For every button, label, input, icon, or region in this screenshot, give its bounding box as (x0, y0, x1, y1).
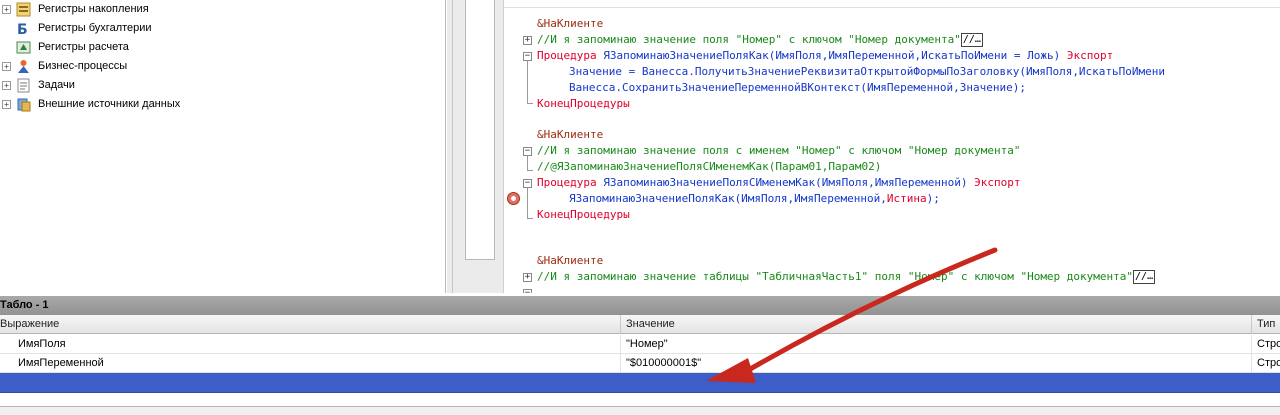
table-row-selected[interactable] (0, 373, 1280, 393)
expand-toggle-icon[interactable]: + (2, 5, 11, 14)
grid-header: Выражение Значение Тип (0, 315, 1280, 334)
fold-collapse-icon[interactable]: − (523, 179, 532, 188)
property-panel (465, 0, 495, 260)
code-line-procedure: Процедура ЯЗапоминаюЗначениеПоляКак(ИмяП… (537, 48, 1113, 64)
breakpoint-icon[interactable] (507, 192, 520, 205)
tree-item-label: Внешние источники данных (38, 98, 181, 110)
keyword-procedure: Процедура (537, 176, 597, 189)
cell-value[interactable]: "$010000001$" (622, 354, 1252, 373)
keyword-export: Экспорт (1066, 49, 1114, 62)
accumulation-register-icon (16, 2, 31, 17)
tree-item-accounting-registers[interactable]: Б Регистры бухгалтерии (0, 19, 440, 38)
code-text: ); (926, 192, 940, 205)
cell-type[interactable]: Стро (1253, 335, 1280, 354)
grid-bottom-edge (0, 406, 1280, 415)
code-line-end-procedure: КонецПроцедуры (537, 208, 630, 221)
code-text: Ванесса.СохранитьЗначениеПеременнойВКонт… (569, 81, 960, 94)
fold-guide-line (527, 156, 528, 170)
code-line-procedure: Процедура ЯЗапоминаюЗначениеПоляСИменемК… (537, 175, 1020, 191)
fold-guide-end (527, 218, 533, 219)
code-text: ); (1012, 81, 1026, 94)
cell-expression[interactable] (0, 373, 621, 392)
code-line-comment: //@ЯЗапоминаюЗначениеПоляСИменемКак(Пара… (537, 160, 882, 173)
code-line-end-procedure: КонецПроцедуры (537, 97, 630, 110)
cell-type[interactable]: Стро (1253, 354, 1280, 373)
code-text: Значение (959, 81, 1013, 94)
code-editor[interactable]: &НаКлиенте + //И я запоминаю значение по… (503, 0, 1280, 293)
tree-item-external-data-sources[interactable]: + Внешние источники данных (0, 95, 440, 114)
tasks-icon (17, 78, 30, 93)
tree-item-tasks[interactable]: + Задачи (0, 76, 440, 95)
procedure-signature: ЯЗапоминаюЗначениеПоляКак(ИмяПоля,ИмяПер… (603, 49, 1061, 62)
code-line-directive: &НаКлиенте (537, 254, 604, 267)
tablo-title: Табло - 1 (0, 296, 1280, 315)
business-process-icon (18, 60, 29, 73)
collapsed-region-ellipsis[interactable]: //… (1133, 270, 1156, 284)
fold-collapse-icon[interactable]: − (523, 147, 532, 156)
cell-expression[interactable]: ИмяПеременной (0, 354, 621, 373)
keyword-export: Экспорт (974, 176, 1021, 189)
expand-toggle-icon[interactable]: + (2, 100, 11, 109)
cell-value[interactable] (622, 373, 1252, 392)
column-header-expression[interactable]: Выражение (0, 315, 621, 334)
tablo-panel: Табло - 1 Выражение Значение Тип ИмяПоля… (0, 296, 1280, 415)
tree-item-label: Регистры бухгалтерии (38, 22, 152, 34)
comment-text: //И я запоминаю значение поля "Номер" с … (537, 33, 961, 46)
procedure-signature: ЯЗапоминаюЗначениеПоляСИменемКак(ИмяПоля… (603, 176, 968, 189)
code-line-comment: //И я запоминаю значение поля с именем "… (537, 144, 1021, 157)
cell-value[interactable]: "Номер" (622, 335, 1252, 354)
tree-item-label: Регистры накопления (38, 3, 149, 15)
fold-guide-line (527, 188, 528, 218)
code-line-directive: &НаКлиенте (537, 128, 604, 141)
code-line-comment: //И я запоминаю значение таблицы "Таблич… (537, 269, 1156, 285)
tree-item-label: Бизнес-процессы (38, 60, 128, 72)
keyword-procedure: Процедура (537, 49, 597, 62)
code-line-body: Значение = Ванесса.ПолучитьЗначениеРекви… (569, 65, 1166, 78)
fold-guide-end (527, 170, 533, 171)
cell-type[interactable] (1253, 373, 1280, 392)
tree-item-accumulation-registers[interactable]: + Регистры накопления (0, 0, 440, 19)
column-header-value[interactable]: Значение (622, 315, 1252, 334)
code-text: Истина (886, 192, 927, 205)
fold-guide-end (527, 103, 533, 104)
fold-expand-icon[interactable]: + (523, 273, 532, 282)
accounting-register-icon: Б (17, 22, 28, 36)
code-line-comment: //И я запоминаю значение поля "Номер" с … (537, 32, 983, 48)
collapsed-region-ellipsis[interactable]: //… (960, 33, 983, 47)
expand-toggle-icon[interactable]: + (2, 81, 11, 90)
tree-item-business-processes[interactable]: + Бизнес-процессы (0, 57, 440, 76)
code-line-body: ЯЗапоминаюЗначениеПоляКак(ИмяПоля,ИмяПер… (569, 191, 940, 207)
code-text: ЯЗапоминаюЗначениеПоляКак(ИмяПоля,ИмяПер… (569, 192, 887, 205)
calculation-register-icon (16, 41, 31, 54)
external-data-icon (17, 98, 31, 112)
fold-expand-icon[interactable]: + (523, 36, 532, 45)
panel-splitter[interactable] (447, 0, 503, 293)
column-header-type[interactable]: Тип (1253, 315, 1280, 334)
code-line-body: Ванесса.СохранитьЗначениеПеременнойВКонт… (569, 80, 1026, 96)
tree-item-label: Задачи (38, 79, 75, 91)
cell-expression[interactable]: ИмяПоля (0, 335, 621, 354)
table-row[interactable]: ИмяПеременной "$010000001$" Стро (0, 354, 1280, 373)
table-row[interactable]: ИмяПоля "Номер" Стро (0, 335, 1280, 354)
fold-guide-line (527, 61, 528, 103)
editor-top-border (504, 0, 1280, 8)
code-line-directive: &НаКлиенте (537, 17, 604, 30)
fold-collapse-icon[interactable]: − (523, 289, 532, 293)
svg-text:Б: Б (17, 22, 28, 36)
tree-item-calculation-registers[interactable]: Регистры расчета (0, 38, 440, 57)
tree-item-label: Регистры расчета (38, 41, 129, 53)
fold-collapse-icon[interactable]: − (523, 52, 532, 61)
expand-toggle-icon[interactable]: + (2, 62, 11, 71)
splitter-line (452, 0, 453, 293)
metadata-tree-panel: + Регистры накопления Б Регистры бухгалт… (0, 0, 446, 293)
comment-text: //И я запоминаю значение таблицы "Таблич… (537, 270, 1134, 283)
